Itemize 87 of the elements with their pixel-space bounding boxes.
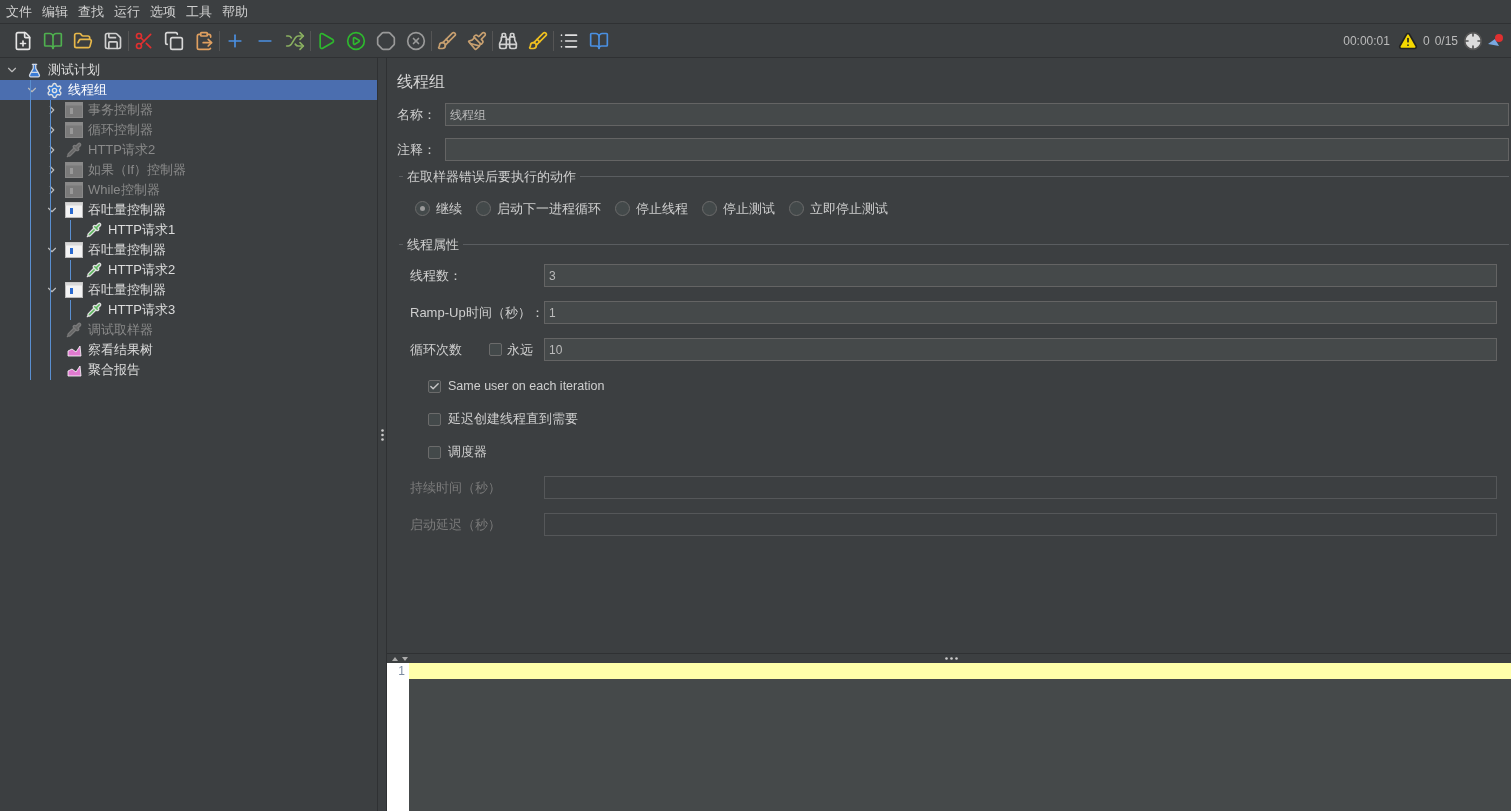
pipette-icon — [86, 262, 102, 278]
controller-icon — [65, 282, 83, 298]
section-title: 在取样器错误后要执行的动作 — [407, 168, 576, 186]
tree-item[interactable]: HTTP请求3 — [0, 300, 377, 320]
drag-handle-icon[interactable] — [945, 657, 958, 660]
radio-label: 继续 — [436, 199, 462, 218]
controller-icon — [65, 102, 83, 118]
checkbox-label: 调度器 — [448, 444, 487, 462]
tree-item[interactable]: 聚合报告 — [0, 360, 377, 380]
name-field[interactable]: 线程组 — [445, 103, 1509, 126]
splitter-grip-icon[interactable] — [380, 428, 384, 441]
menu-item[interactable]: 工具 — [186, 1, 212, 22]
checkbox-label: Same user on each iteration — [448, 378, 605, 396]
radio-button[interactable] — [789, 201, 804, 216]
scheduler-field[interactable] — [544, 476, 1497, 499]
tree-item[interactable]: 察看结果树 — [0, 340, 377, 360]
panel-title: 线程组 — [397, 72, 446, 92]
field-label: 启动延迟（秒） — [410, 515, 502, 534]
tree-item[interactable]: 吞吐量控制器 — [0, 240, 377, 260]
play-icon[interactable] — [316, 30, 336, 51]
checkbox[interactable] — [428, 380, 441, 393]
line-number: 1 — [398, 663, 405, 679]
warning-count: 0 — [1422, 32, 1430, 50]
controller-icon — [65, 122, 83, 138]
warning-icon[interactable] — [1397, 30, 1418, 51]
section-title: 线程属性 — [407, 235, 459, 254]
checkbox-label: 延迟创建线程直到需要 — [448, 411, 578, 429]
field-label: 循环次数 — [410, 340, 463, 359]
paste-icon[interactable] — [194, 30, 214, 51]
loop-count-field[interactable]: 10 — [544, 338, 1497, 361]
tree-item[interactable]: 测试计划 — [0, 60, 377, 80]
checkbox[interactable] — [428, 413, 441, 426]
radio-label: 启动下一进程循环 — [497, 199, 601, 218]
thread-count-field[interactable]: 3 — [544, 264, 1497, 287]
field-label: Ramp-Up时间（秒）： — [410, 303, 544, 322]
field-label: 线程数： — [410, 266, 463, 285]
menu-item[interactable]: 帮助 — [222, 1, 248, 22]
controller-icon — [65, 202, 83, 218]
thread-count: 0/15 — [1434, 32, 1458, 50]
pipette-icon — [66, 142, 82, 158]
controller-icon — [65, 242, 83, 258]
code-editor[interactable]: 1 — [387, 663, 1511, 811]
scissors-icon[interactable] — [134, 30, 154, 51]
radio-button[interactable] — [615, 201, 630, 216]
comment-field[interactable] — [445, 138, 1509, 161]
copy-icon[interactable] — [164, 30, 184, 51]
menu-item[interactable]: 选项 — [150, 1, 176, 22]
gear-icon — [45, 81, 63, 99]
flask-icon — [26, 62, 42, 78]
tree-item[interactable]: 吞吐量控制器 — [0, 280, 377, 300]
radio-label: 立即停止测试 — [810, 199, 888, 218]
collapse-arrows-icon[interactable] — [391, 655, 411, 662]
ramp-up-field[interactable]: 1 — [544, 301, 1497, 324]
tree-item[interactable]: HTTP请求1 — [0, 220, 377, 240]
field-label: 注释： — [397, 140, 437, 159]
tree-item[interactable]: 线程组 — [0, 80, 377, 100]
controller-icon — [65, 162, 83, 178]
field-label: 持续时间（秒） — [410, 478, 502, 497]
folder-icon[interactable] — [73, 30, 93, 51]
menu-item[interactable]: 运行 — [114, 1, 140, 22]
checkbox[interactable] — [428, 446, 441, 459]
tree-item[interactable]: HTTP请求2 — [0, 260, 377, 280]
radio-label: 停止线程 — [636, 199, 688, 218]
chart-icon — [66, 343, 82, 357]
crosshair-icon[interactable] — [1463, 30, 1483, 51]
field-label: 名称： — [397, 105, 437, 124]
menu-item[interactable]: 文件 — [6, 1, 32, 22]
chart-icon — [66, 363, 82, 377]
checkbox-label: 永远 — [507, 340, 533, 359]
radio-label: 停止测试 — [723, 199, 775, 218]
new-file-icon[interactable] — [13, 30, 33, 51]
scheduler-field[interactable] — [544, 513, 1497, 536]
pipette-icon — [86, 302, 102, 318]
save-icon[interactable] — [103, 30, 123, 51]
radio-button[interactable] — [476, 201, 491, 216]
radio-button[interactable] — [415, 201, 430, 216]
menu-item[interactable]: 查找 — [78, 1, 104, 22]
stop-icon[interactable] — [376, 30, 396, 51]
binoculars-icon[interactable] — [498, 30, 518, 51]
radio-button[interactable] — [702, 201, 717, 216]
checkbox[interactable] — [489, 343, 502, 356]
pipette-icon — [66, 322, 82, 338]
menu-item[interactable]: 编辑 — [42, 1, 68, 22]
elapsed-time: 00:00:01 — [1343, 32, 1390, 50]
controller-icon — [65, 182, 83, 198]
tree-item[interactable]: 吞吐量控制器 — [0, 200, 377, 220]
pipette-icon — [86, 222, 102, 238]
